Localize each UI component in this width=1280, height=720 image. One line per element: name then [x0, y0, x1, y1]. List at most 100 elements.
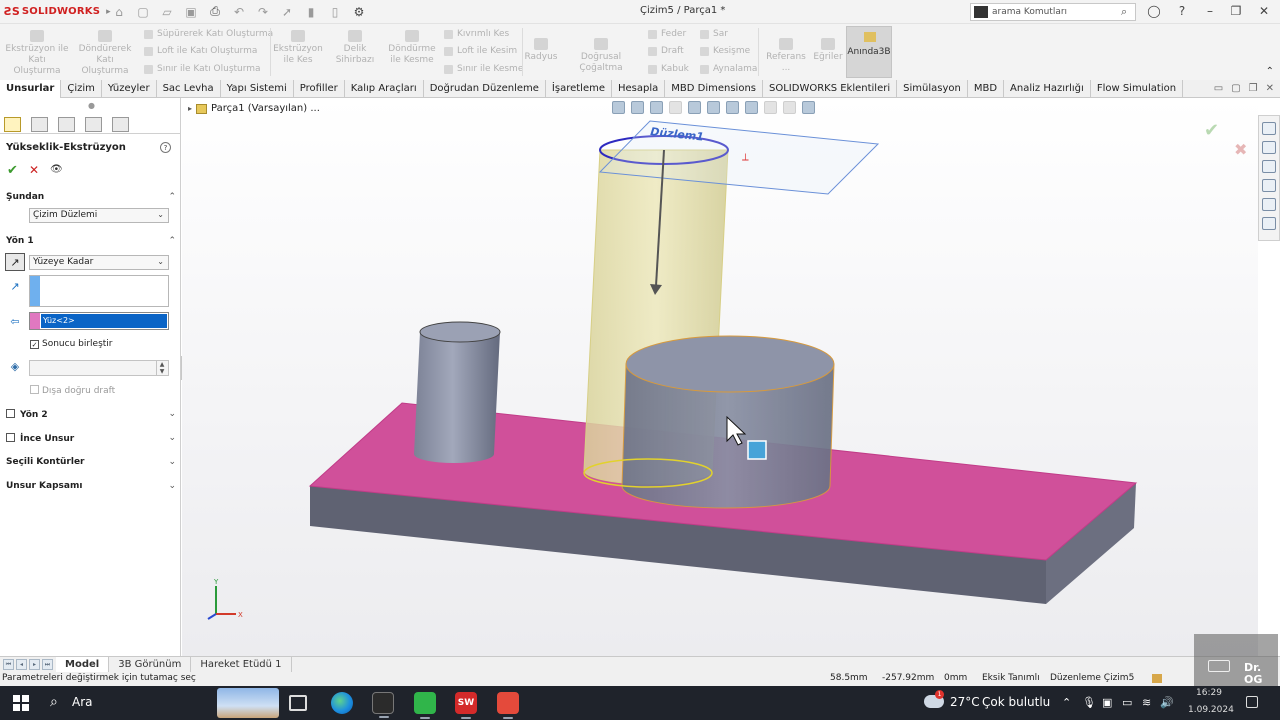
checkbox-icon[interactable]: [30, 385, 39, 394]
model-scene[interactable]: Düzlem1 ⟂: [182, 98, 1258, 656]
battery-icon[interactable]: ▭: [1122, 696, 1132, 709]
options-gear-icon[interactable]: ⚙: [352, 5, 366, 19]
home-icon[interactable]: ⌂: [112, 5, 126, 19]
dynamic-annotation-icon[interactable]: [688, 101, 701, 114]
solidworks-taskbar-icon[interactable]: SW: [455, 692, 477, 719]
solidworks-logo[interactable]: ƧS SOLIDWORKS ▸: [0, 5, 111, 18]
expand-chevron-icon[interactable]: ⌄: [168, 481, 176, 491]
tab-analysis-prep[interactable]: Analiz Hazırlığı: [1004, 80, 1091, 98]
taskbar-search-box[interactable]: Ara: [72, 695, 93, 709]
confirm-cancel-corner-icon[interactable]: ✖: [1234, 140, 1247, 159]
tab-weldments[interactable]: Profiller: [294, 80, 345, 98]
weather-condition[interactable]: Çok bulutlu: [982, 695, 1050, 709]
select-icon[interactable]: ➚: [280, 5, 294, 19]
direction1-section-header[interactable]: Yön 1 ⌃: [6, 236, 176, 246]
boss-extrude-button[interactable]: Ekstrüzyon ile Katı Oluşturma: [4, 30, 70, 77]
help-icon[interactable]: ?: [160, 142, 171, 153]
expand-chevron-icon[interactable]: ⌄: [168, 457, 176, 467]
task-view-icon[interactable]: [289, 695, 307, 711]
loft-cut-button[interactable]: Loft ile Kesim: [444, 46, 517, 56]
doc-minimize-icon[interactable]: ▢: [1231, 83, 1240, 94]
view-orientation-icon[interactable]: [707, 101, 720, 114]
save-icon[interactable]: ▣: [184, 5, 198, 19]
from-section-header[interactable]: Şundan ⌃: [6, 192, 176, 202]
help-icon[interactable]: ?: [1172, 4, 1192, 18]
selected-face-item[interactable]: Yüz<2>: [41, 314, 167, 328]
search-icon[interactable]: ⌕: [1121, 5, 1135, 19]
draft-toggle-icon[interactable]: ◈: [5, 358, 25, 376]
curves-button[interactable]: Eğriler: [812, 38, 844, 63]
zoom-to-fit-icon[interactable]: [612, 101, 625, 114]
collapse-ribbon-icon[interactable]: ⌃: [1266, 66, 1274, 77]
configuration-manager-tab-icon[interactable]: [58, 117, 75, 132]
close-button[interactable]: ✕: [1254, 4, 1274, 18]
view-palette-icon[interactable]: [1262, 179, 1276, 192]
sweep-button[interactable]: Süpürerek Katı Oluşturma: [144, 29, 273, 39]
recorder-app-icon[interactable]: [497, 692, 519, 719]
terminal-icon[interactable]: [372, 692, 394, 718]
revolve-button[interactable]: Döndürerek Katı Oluşturma: [72, 30, 138, 77]
notification-icon[interactable]: [1246, 696, 1258, 708]
tab-surfaces[interactable]: Yüzeyler: [102, 80, 157, 98]
boundary-cut-button[interactable]: Sınır ile Kesme: [444, 64, 523, 74]
restore-button[interactable]: ❐: [1226, 4, 1246, 18]
end-condition-combo[interactable]: Yüzeye Kadar ⌄: [29, 255, 169, 270]
panel-splitter-icon[interactable]: ●: [88, 101, 95, 110]
revolved-cut-button[interactable]: Döndürme ile Kesme: [386, 30, 438, 66]
from-combo[interactable]: Çizim Düzlemi ⌄: [29, 208, 169, 223]
tab-mold-tools[interactable]: Kalıp Araçları: [345, 80, 424, 98]
face-selection-box[interactable]: Yüz<2>: [29, 312, 169, 330]
wifi-icon[interactable]: ≋: [1142, 696, 1151, 709]
draft-button[interactable]: Draft: [648, 46, 684, 56]
edge-browser-icon[interactable]: [331, 692, 353, 714]
confirm-ok-corner-icon[interactable]: ✔: [1204, 120, 1219, 141]
shell-button[interactable]: Kabuk: [648, 64, 689, 74]
checkbox-checked-icon[interactable]: ✓: [30, 340, 39, 349]
collapse-chevron-icon[interactable]: ⌃: [168, 192, 176, 202]
boundary-button[interactable]: Sınır ile Katı Oluşturma: [144, 64, 261, 74]
tab-mbd-dimensions[interactable]: MBD Dimensions: [665, 80, 763, 98]
tab-sheet-metal[interactable]: Sac Levha: [157, 80, 221, 98]
custom-properties-icon[interactable]: [1262, 217, 1276, 230]
rib-button[interactable]: Feder: [648, 29, 686, 39]
tab-markup[interactable]: İşaretleme: [546, 80, 612, 98]
menu-expand-icon[interactable]: ▸: [106, 7, 111, 17]
apply-scene-icon[interactable]: [783, 101, 796, 114]
tab-motion-study[interactable]: Hareket Etüdü 1: [191, 656, 292, 673]
reverse-direction-icon[interactable]: ↗: [5, 253, 25, 271]
tab-evaluate[interactable]: Hesapla: [612, 80, 666, 98]
view-settings-icon[interactable]: [802, 101, 815, 114]
property-manager-tab-icon[interactable]: [31, 117, 48, 132]
reference-geometry-button[interactable]: Referans ...: [762, 38, 810, 74]
hole-wizard-button[interactable]: Delik Sihirbazı: [326, 30, 384, 66]
fillet-button[interactable]: Radyus: [524, 38, 558, 63]
tab-simulation[interactable]: Simülasyon: [897, 80, 968, 98]
first-tab-icon[interactable]: ⏮: [3, 659, 14, 670]
mirror-button[interactable]: Aynalama: [700, 64, 757, 74]
volume-icon[interactable]: 🔊: [1160, 696, 1174, 709]
expand-arrow-icon[interactable]: ▸: [188, 104, 192, 113]
clock-time[interactable]: 16:29: [1196, 688, 1222, 698]
clock-date[interactable]: 1.09.2024: [1188, 705, 1234, 715]
next-tab-icon[interactable]: ▸: [29, 659, 40, 670]
hide-show-items-icon[interactable]: [745, 101, 758, 114]
spin-arrows-icon[interactable]: ▲ ▼: [156, 361, 167, 375]
design-library-icon[interactable]: [1262, 141, 1276, 154]
undo-icon[interactable]: ↶: [232, 5, 246, 19]
merge-result-checkbox[interactable]: ✓ Sonucu birleştir: [30, 339, 113, 349]
account-icon[interactable]: ◯: [1144, 4, 1164, 18]
print-icon[interactable]: ⎙: [208, 4, 222, 19]
detailed-preview-eye-icon[interactable]: 👁: [50, 164, 63, 175]
solidworks-resources-icon[interactable]: [1262, 122, 1276, 135]
extruded-cut-button[interactable]: Ekstrüzyon ile Kes: [272, 30, 324, 66]
rebuild-icon[interactable]: ▮: [304, 5, 318, 19]
feature-tree-flyout[interactable]: ▸ Parça1 (Varsayılan) ...: [188, 103, 320, 114]
drag-handle[interactable]: [747, 440, 767, 460]
intersect-button[interactable]: Kesişme: [700, 46, 750, 56]
camera-icon[interactable]: ▣: [1102, 696, 1112, 709]
display-manager-tab-icon[interactable]: [112, 117, 129, 132]
last-tab-icon[interactable]: ⏭: [42, 659, 53, 670]
dimxpert-tab-icon[interactable]: [85, 117, 102, 132]
cancel-button[interactable]: ✕: [29, 163, 39, 177]
file-properties-icon[interactable]: ▯: [328, 5, 342, 19]
